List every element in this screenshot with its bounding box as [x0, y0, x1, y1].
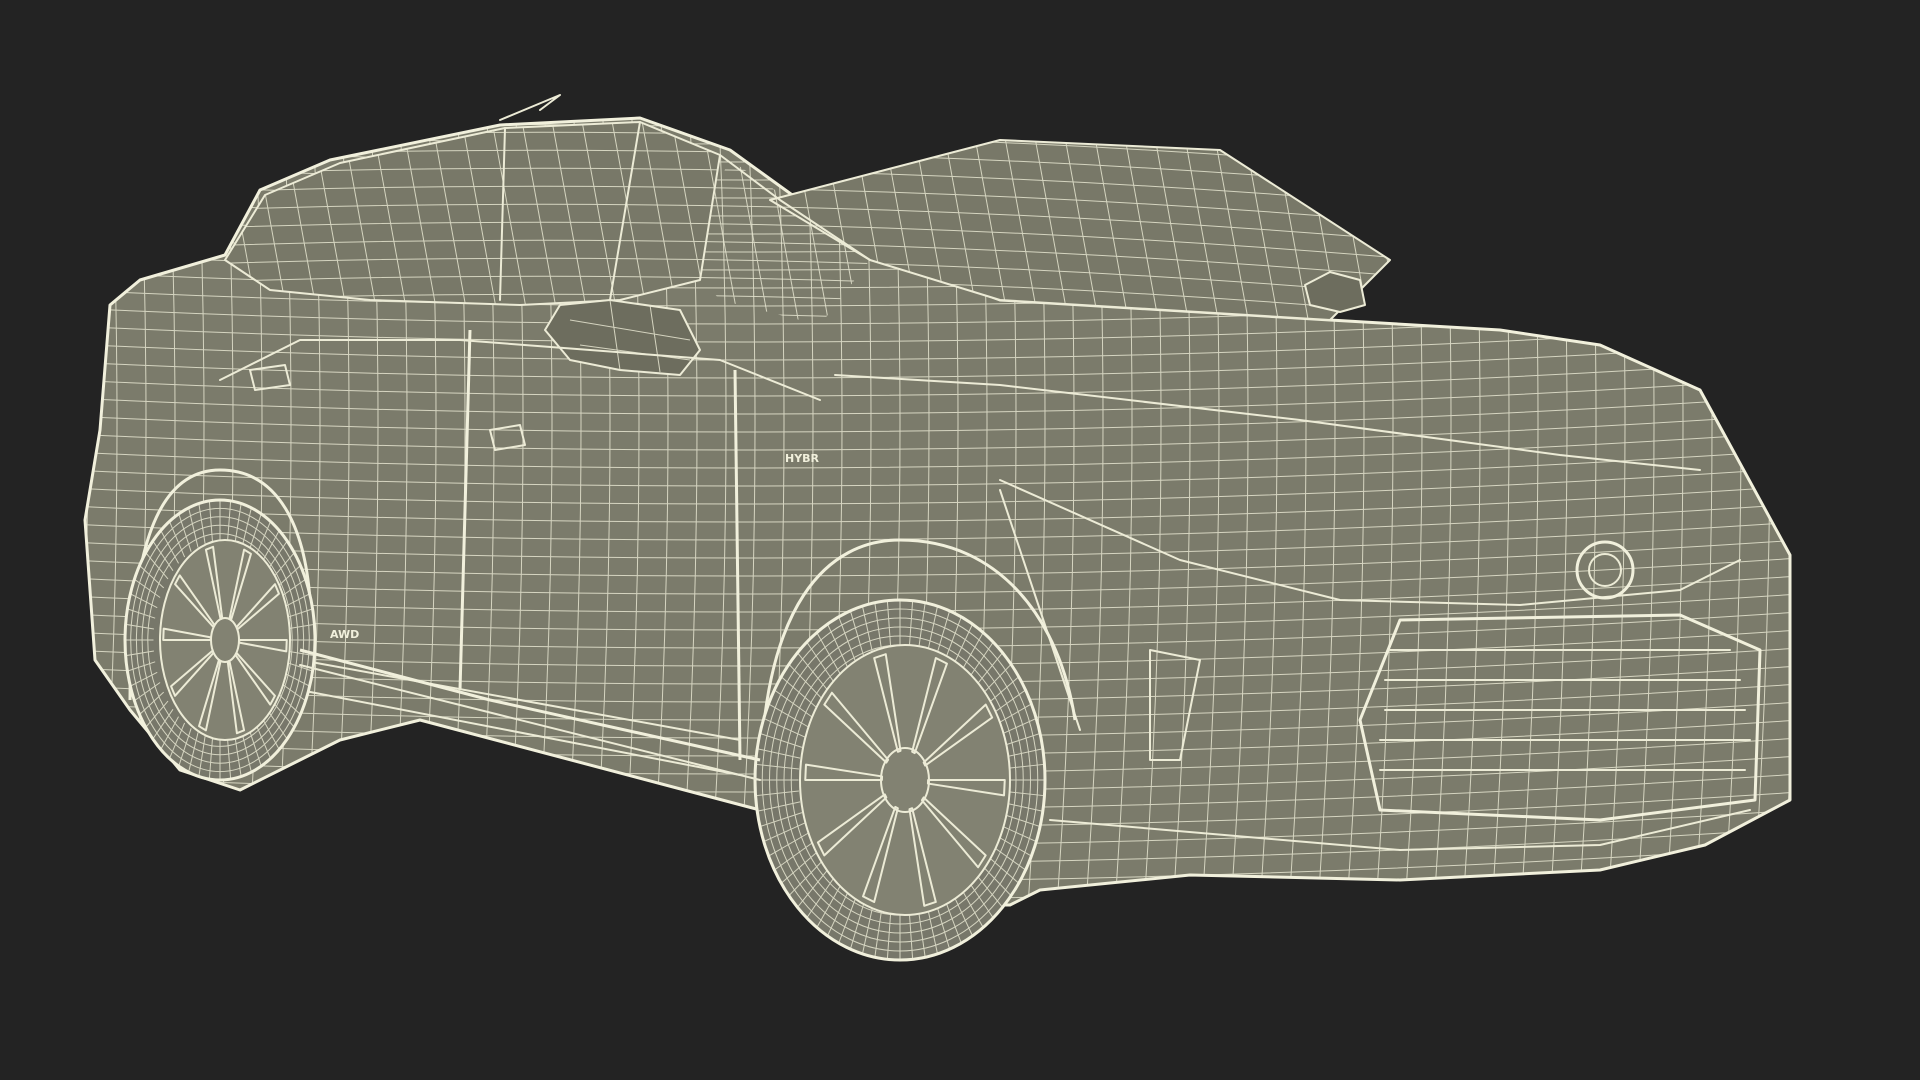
front-wheel: [753, 598, 1047, 962]
rear-wheel: [123, 498, 317, 782]
wireframe-render: HYBR AWD: [83, 94, 1792, 962]
door-badge: AWD: [330, 628, 359, 641]
side-badge: HYBR: [785, 452, 820, 465]
render-viewport: HYBR AWD: [0, 0, 1920, 1080]
